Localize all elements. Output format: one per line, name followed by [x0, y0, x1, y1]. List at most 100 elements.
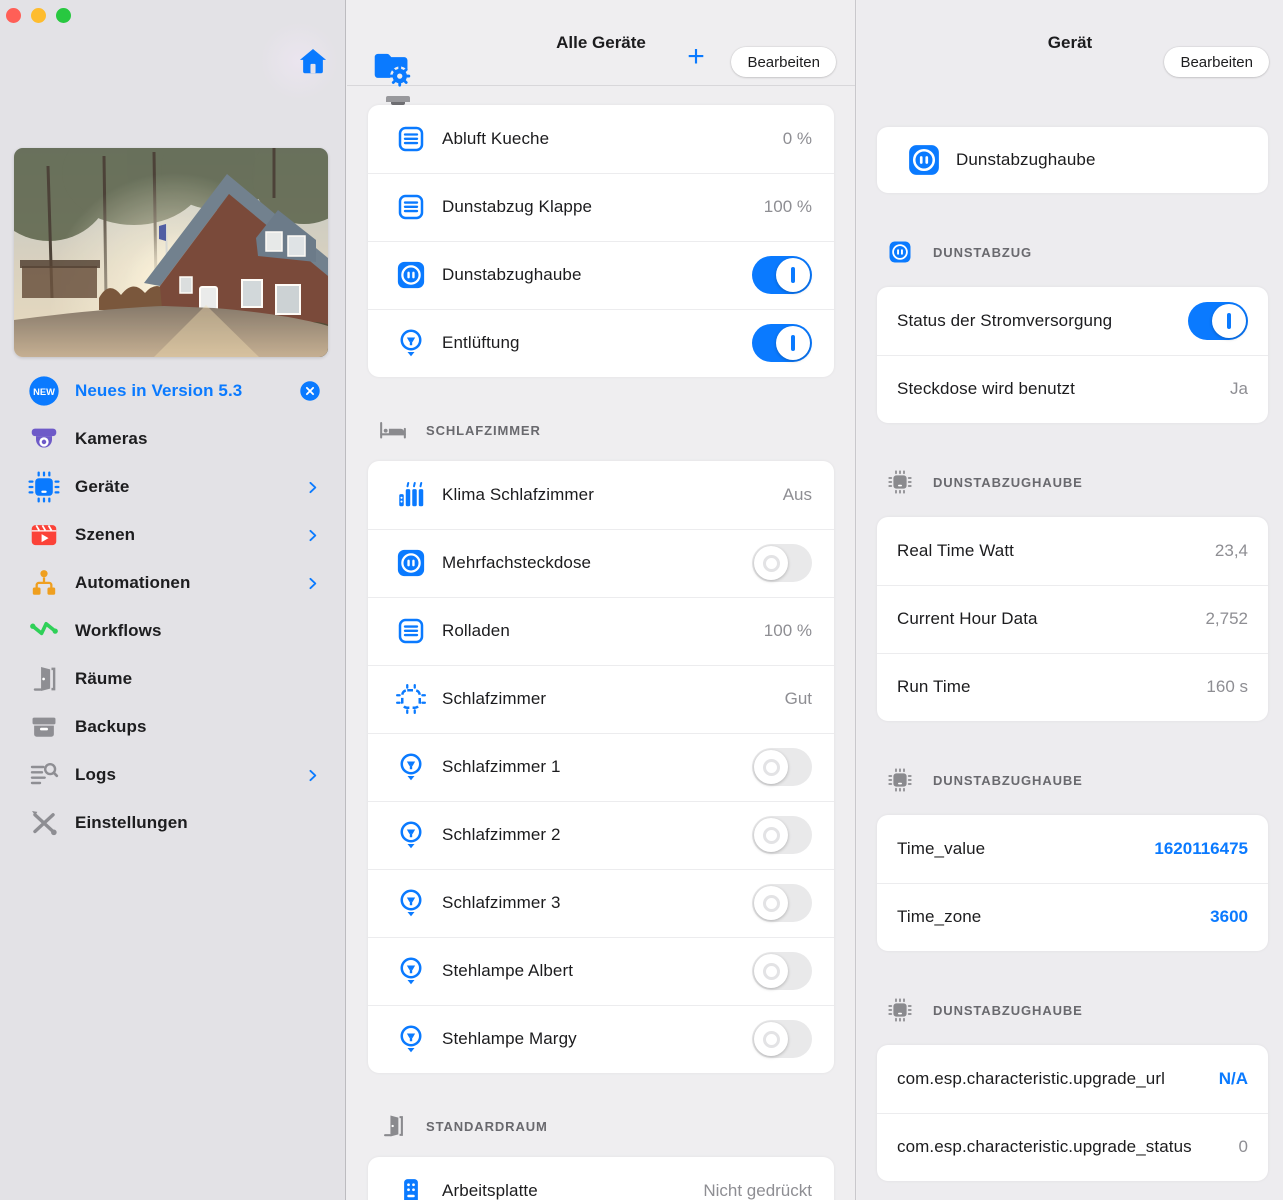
device-row-rolladen[interactable]: Rolladen100 % — [368, 597, 834, 665]
characteristic-value[interactable]: 3600 — [1210, 907, 1248, 927]
device-row-klima-schlafzimmer[interactable]: Klima SchlafzimmerAus — [368, 461, 834, 529]
sidebar-item-einstellungen[interactable]: Einstellungen — [0, 799, 345, 847]
chip-icon — [888, 470, 912, 494]
characteristic-value[interactable]: N/A — [1219, 1069, 1248, 1089]
sidebar-item-automationen[interactable]: Automationen — [0, 559, 345, 607]
device-row-stehlampe-margy[interactable]: Stehlampe Margy — [368, 1005, 834, 1073]
sidebar-item-kameras[interactable]: Kameras — [0, 415, 345, 463]
toggle-off-glyph — [763, 759, 780, 776]
toggle-switch[interactable] — [752, 256, 812, 294]
device-value: 0 % — [783, 129, 812, 149]
devices-header: Alle Geräte + Bearbeiten — [347, 0, 855, 86]
sidebar-item-label: Backups — [75, 717, 321, 737]
toggle-switch[interactable] — [752, 748, 812, 786]
device-value: 100 % — [764, 621, 812, 641]
characteristic-row-com-esp-characteristic-upgrade-url[interactable]: com.esp.characteristic.upgrade_urlN/A — [877, 1045, 1268, 1113]
device-row-schlafzimmer-1[interactable]: Schlafzimmer 1 — [368, 733, 834, 801]
device-row-schlafzimmer-3[interactable]: Schlafzimmer 3 — [368, 869, 834, 937]
close-icon[interactable] — [299, 380, 321, 402]
sidebar-item-szenen[interactable]: Szenen — [0, 511, 345, 559]
home-icon[interactable] — [297, 45, 329, 77]
bulb-icon — [396, 752, 426, 782]
sidebar-item-logs[interactable]: Logs — [0, 751, 345, 799]
edit-device-button[interactable]: Bearbeiten — [1164, 47, 1269, 77]
close-window-button[interactable] — [6, 8, 21, 23]
section-label: STANDARDRAUM — [426, 1119, 548, 1134]
sidebar-item-r-ume[interactable]: Räume — [0, 655, 345, 703]
characteristic-value: 2,752 — [1205, 609, 1248, 629]
device-row-dunstabzughaube[interactable]: Dunstabzughaube — [368, 241, 834, 309]
device-row-entl-ftung[interactable]: Entlüftung — [368, 309, 834, 377]
chevron-right-icon — [304, 479, 321, 496]
service-header-dunstabzughaube: DUNSTABZUGHAUBE — [888, 997, 1268, 1023]
sidebar-item-workflows[interactable]: Workflows — [0, 607, 345, 655]
section-label: SCHLAFZIMMER — [426, 423, 541, 438]
device-name: Mehrfachsteckdose — [442, 553, 752, 573]
selected-device-card[interactable]: Dunstabzughaube — [877, 127, 1268, 193]
sidebar-item-ger-te[interactable]: Geräte — [0, 463, 345, 511]
archive-icon — [28, 711, 60, 743]
toggle-switch[interactable] — [1188, 302, 1248, 340]
logs-icon — [28, 759, 60, 791]
device-group-card: Abluft Kueche0 %Dunstabzug Klappe100 %Du… — [368, 105, 834, 377]
toggle-switch[interactable] — [752, 1020, 812, 1058]
toggle-off-glyph — [763, 827, 780, 844]
toggle-on-glyph — [791, 335, 795, 351]
device-value: Nicht gedrückt — [703, 1181, 812, 1200]
edit-devices-button[interactable]: Bearbeiten — [731, 47, 836, 77]
characteristic-row-time-zone[interactable]: Time_zone3600 — [877, 883, 1268, 951]
characteristic-row-time-value[interactable]: Time_value1620116475 — [877, 815, 1268, 883]
device-row-schlafzimmer-2[interactable]: Schlafzimmer 2 — [368, 801, 834, 869]
bulb-icon — [396, 328, 426, 358]
toggle-switch[interactable] — [752, 324, 812, 362]
add-button[interactable]: + — [681, 42, 711, 72]
sidebar-item-neues-in-version-5-3[interactable]: NEWNeues in Version 5.3 — [0, 367, 345, 415]
sidebar-item-backups[interactable]: Backups — [0, 703, 345, 751]
chevron-right-icon — [304, 575, 321, 592]
toggle-switch[interactable] — [752, 952, 812, 990]
device-value: 100 % — [764, 197, 812, 217]
device-row-mehrfachsteckdose[interactable]: Mehrfachsteckdose — [368, 529, 834, 597]
toggle-switch[interactable] — [752, 884, 812, 922]
characteristic-row-run-time[interactable]: Run Time160 s — [877, 653, 1268, 721]
characteristic-row-status-der-stromversorgung[interactable]: Status der Stromversorgung — [877, 287, 1268, 355]
device-group-card: ArbeitsplatteNicht gedrückt — [368, 1157, 834, 1200]
service-header-dunstabzughaube: DUNSTABZUGHAUBE — [888, 767, 1268, 793]
selected-device-row[interactable]: Dunstabzughaube — [877, 127, 1268, 193]
door-icon — [379, 1112, 407, 1140]
device-name: Abluft Kueche — [442, 129, 783, 149]
device-name: Klima Schlafzimmer — [442, 485, 783, 505]
characteristic-value[interactable]: 1620116475 — [1154, 839, 1248, 859]
section-header-schlafzimmer: SCHLAFZIMMER — [379, 417, 834, 443]
sidebar-item-label: Räume — [75, 669, 321, 689]
service-label: DUNSTABZUGHAUBE — [933, 773, 1083, 788]
toggle-switch[interactable] — [752, 544, 812, 582]
toggle-knob — [754, 1022, 788, 1056]
device-name: Schlafzimmer 1 — [442, 757, 752, 777]
sidebar-item-label: Automationen — [75, 573, 304, 593]
characteristic-value: 0 — [1239, 1137, 1248, 1157]
characteristic-row-steckdose-wird-benutzt[interactable]: Steckdose wird benutztJa — [877, 355, 1268, 423]
characteristic-row-com-esp-characteristic-upgrade-status[interactable]: com.esp.characteristic.upgrade_status0 — [877, 1113, 1268, 1181]
blind-icon — [396, 616, 426, 646]
device-row-arbeitsplatte[interactable]: ArbeitsplatteNicht gedrückt — [368, 1157, 834, 1200]
device-row-schlafzimmer[interactable]: SchlafzimmerGut — [368, 665, 834, 733]
characteristic-row-real-time-watt[interactable]: Real Time Watt23,4 — [877, 517, 1268, 585]
toggle-switch[interactable] — [752, 816, 812, 854]
bulb-icon — [396, 1024, 426, 1054]
service-header-dunstabzughaube: DUNSTABZUGHAUBE — [888, 469, 1268, 495]
camera-icon — [28, 423, 60, 455]
detail-header: Gerät Bearbeiten — [857, 0, 1283, 85]
zoom-window-button[interactable] — [56, 8, 71, 23]
characteristics-card: com.esp.characteristic.upgrade_urlN/Acom… — [877, 1045, 1268, 1181]
service-header-dunstabzug: DUNSTABZUG — [888, 239, 1268, 265]
device-row-stehlampe-albert[interactable]: Stehlampe Albert — [368, 937, 834, 1005]
chip-icon — [888, 768, 912, 792]
sidebar-item-label: Workflows — [75, 621, 321, 641]
toggle-knob — [754, 954, 788, 988]
device-row-dunstabzug-klappe[interactable]: Dunstabzug Klappe100 % — [368, 173, 834, 241]
device-row-abluft-kueche[interactable]: Abluft Kueche0 % — [368, 105, 834, 173]
scenes-icon — [28, 519, 60, 551]
characteristic-row-current-hour-data[interactable]: Current Hour Data2,752 — [877, 585, 1268, 653]
minimize-window-button[interactable] — [31, 8, 46, 23]
